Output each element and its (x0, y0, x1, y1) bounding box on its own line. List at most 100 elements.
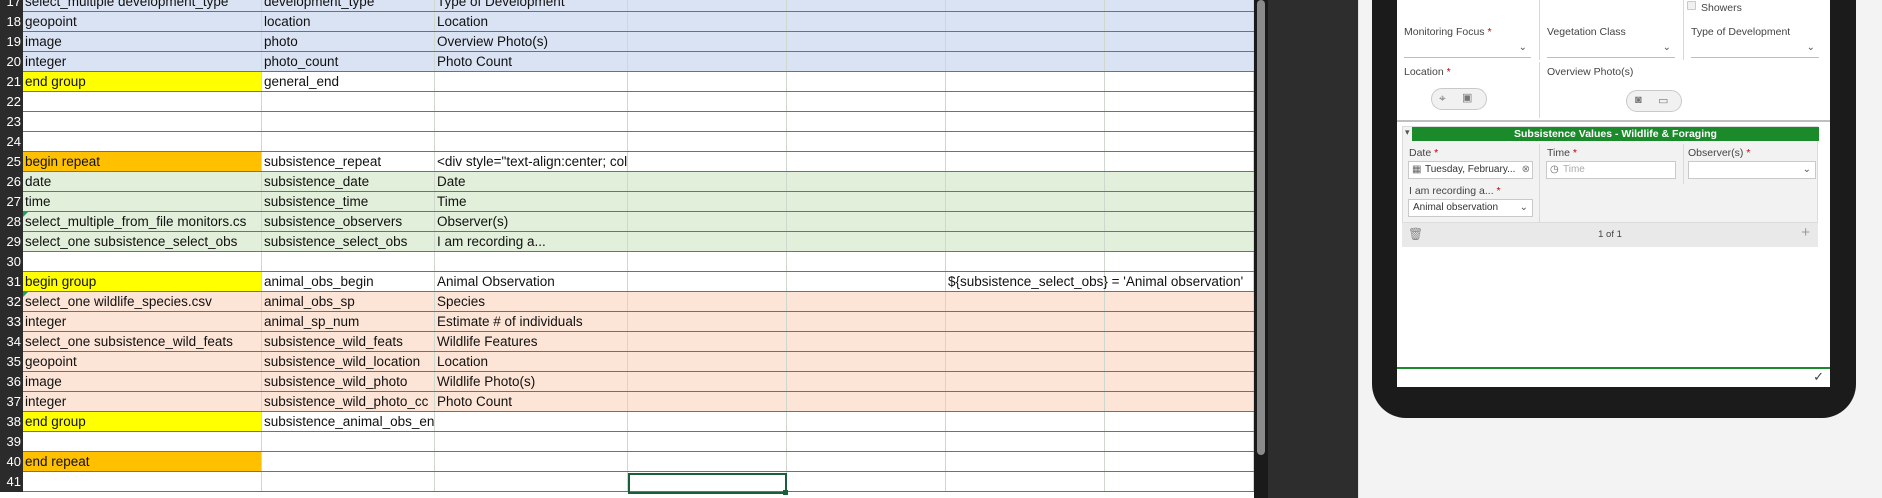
collapse-chevron-icon[interactable]: ▾ (1405, 127, 1410, 138)
sheet-cell[interactable] (435, 72, 628, 91)
sheet-cell[interactable] (262, 92, 435, 111)
sheet-cell[interactable] (628, 212, 787, 231)
sheet-cell[interactable] (628, 292, 787, 311)
vegetation-class-dropdown[interactable]: ⌄ (1547, 40, 1675, 58)
row-header[interactable]: 25 (0, 152, 23, 172)
sheet-cell[interactable] (946, 232, 1105, 251)
vertical-scrollbar[interactable] (1254, 0, 1268, 498)
monitoring-focus-dropdown[interactable]: ⌄ (1404, 40, 1531, 58)
sheet-cell[interactable]: subsistence_select_obs (262, 232, 435, 251)
sheet-cell[interactable] (1105, 272, 1254, 291)
sheet-cell[interactable]: Time (435, 192, 628, 211)
sheet-cell[interactable] (946, 312, 1105, 331)
sheet-cell[interactable] (946, 32, 1105, 51)
sheet-cell[interactable]: image (23, 372, 262, 391)
sheet-cell[interactable]: ${subsistence_select_obs} = 'Animal obse… (946, 272, 1243, 291)
sheet-cell[interactable] (1105, 332, 1254, 351)
sheet-cell[interactable]: subsistence_wild_feats (262, 332, 435, 351)
sheet-cell[interactable] (787, 152, 946, 171)
sheet-cell[interactable] (946, 432, 1105, 451)
survey-form-preview[interactable]: Showers Monitoring Focus * ⌄ Vegetation … (1397, 0, 1830, 387)
sheet-cell[interactable] (787, 472, 946, 491)
row-header[interactable]: 18 (0, 12, 23, 32)
row-header[interactable]: 40 (0, 452, 23, 472)
sheet-cell[interactable]: select_one subsistence_wild_feats (23, 332, 262, 351)
sheet-cell[interactable] (23, 472, 262, 491)
sheet-cell[interactable] (946, 112, 1105, 131)
sheet-cell[interactable] (435, 432, 628, 451)
sheet-cell[interactable]: animal_sp_num (262, 312, 435, 331)
sheet-cell[interactable] (1105, 72, 1254, 91)
sheet-cell[interactable] (1105, 192, 1254, 211)
sheet-cell[interactable] (787, 32, 946, 51)
sheet-cell[interactable] (435, 112, 628, 131)
sheet-cell[interactable] (628, 372, 787, 391)
sheet-cell[interactable] (1105, 432, 1254, 451)
sheet-cell[interactable]: subsistence_wild_location (262, 352, 435, 371)
row-header[interactable]: 29 (0, 232, 23, 252)
sheet-cell[interactable]: subsistence_wild_photo (262, 372, 435, 391)
sheet-cell[interactable] (1105, 52, 1254, 71)
sheet-cell[interactable]: animal_obs_sp (262, 292, 435, 311)
sheet-cell[interactable] (628, 172, 787, 191)
sheet-cell[interactable] (787, 92, 946, 111)
sheet-cell[interactable] (787, 332, 946, 351)
sheet-cell[interactable] (946, 392, 1105, 411)
sheet-cell[interactable] (946, 292, 1105, 311)
sheet-cell[interactable] (787, 12, 946, 31)
sheet-cell[interactable]: select_one subsistence_select_obs (23, 232, 262, 251)
sheet-cell[interactable] (628, 192, 787, 211)
sheet-cell[interactable] (1105, 232, 1254, 251)
sheet-cell[interactable] (946, 12, 1105, 31)
sheet-cell[interactable]: location (262, 12, 435, 31)
sheet-cell[interactable] (23, 92, 262, 111)
crosshair-icon[interactable]: ⌖ (1439, 91, 1446, 106)
sheet-cell[interactable]: animal_obs_begin (262, 272, 435, 291)
sheet-cell[interactable] (787, 352, 946, 371)
sheet-cell[interactable] (1105, 32, 1254, 51)
row-header[interactable]: 21 (0, 72, 23, 92)
sheet-cell[interactable] (946, 332, 1105, 351)
sheet-cell[interactable] (262, 472, 435, 491)
date-field[interactable]: ▦ Tuesday, February... ⊗ (1408, 161, 1533, 179)
sheet-cell[interactable] (628, 132, 787, 151)
sheet-cell[interactable] (435, 412, 628, 431)
sheet-cell[interactable] (946, 192, 1105, 211)
sheet-cell[interactable] (628, 332, 787, 351)
sheet-cell[interactable] (1105, 312, 1254, 331)
sheet-cell[interactable] (946, 72, 1105, 91)
sheet-cell[interactable] (946, 92, 1105, 111)
sheet-cell[interactable] (628, 112, 787, 131)
camera-icon[interactable]: ◙ (1635, 94, 1642, 106)
sheet-cell[interactable] (787, 452, 946, 471)
map-pin-icon[interactable]: ▣ (1462, 91, 1472, 104)
sheet-cell[interactable] (787, 432, 946, 451)
sheet-cell[interactable] (435, 132, 628, 151)
sheet-cell[interactable]: <div style="text-align:center; color:whi… (435, 152, 628, 171)
sheet-cell[interactable] (787, 112, 946, 131)
sheet-cell[interactable] (1105, 252, 1254, 271)
row-header[interactable]: 17 (0, 0, 23, 12)
sheet-cell[interactable] (1105, 12, 1254, 31)
sheet-cell[interactable]: Location (435, 12, 628, 31)
sheet-cell[interactable] (628, 0, 787, 11)
sheet-cell[interactable] (1105, 412, 1254, 431)
sheet-cell[interactable] (1105, 372, 1254, 391)
submit-check-icon[interactable]: ✓ (1813, 369, 1824, 385)
sheet-cell[interactable]: Wildlife Photo(s) (435, 372, 628, 391)
sheet-cell[interactable] (262, 132, 435, 151)
sheet-cell[interactable] (787, 132, 946, 151)
sheet-cell[interactable]: Species (435, 292, 628, 311)
row-header[interactable]: 37 (0, 392, 23, 412)
sheet-cell[interactable]: subsistence_time (262, 192, 435, 211)
sheet-cell[interactable] (946, 412, 1105, 431)
folder-icon[interactable]: ▭ (1658, 94, 1668, 107)
sheet-cell[interactable] (946, 52, 1105, 71)
sheet-cell[interactable]: I am recording a... (435, 232, 628, 251)
sheet-cell[interactable]: photo_count (262, 52, 435, 71)
row-header[interactable]: 38 (0, 412, 23, 432)
sheet-cell[interactable]: time (23, 192, 262, 211)
sheet-cell[interactable] (435, 472, 628, 491)
sheet-cell[interactable] (1105, 132, 1254, 151)
type-of-development-dropdown[interactable]: ⌄ (1691, 40, 1819, 58)
